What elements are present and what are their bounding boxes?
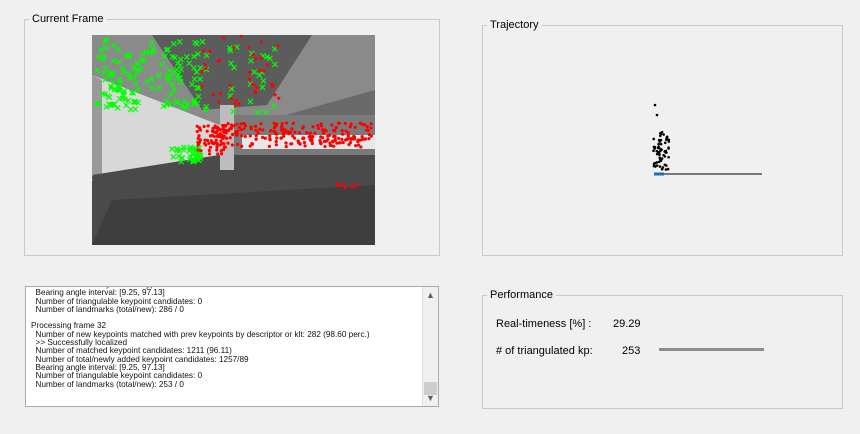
realtimeness-label: Real-timeness [%] : — [496, 318, 592, 330]
trajectory-point — [658, 165, 662, 168]
trajectory-point — [658, 158, 662, 161]
trajectory-point — [652, 162, 656, 166]
trajectory-point — [657, 160, 661, 164]
trajectory-point — [657, 142, 660, 146]
trajectory-point — [665, 135, 669, 139]
trajectory-point — [667, 147, 670, 150]
trajectory-point — [666, 167, 670, 171]
trajectory-point — [667, 138, 671, 141]
trajectory-point — [659, 138, 663, 142]
trajectory-point — [655, 164, 659, 167]
trajectory-point — [662, 133, 665, 136]
trajectory-point — [664, 151, 668, 154]
trajectory-point — [653, 147, 656, 150]
trajectory-point — [663, 141, 667, 145]
trajectory-point — [660, 167, 664, 171]
log-console[interactable]: Number of total/newly added keypoint can… — [25, 286, 439, 407]
trajectory-point — [659, 147, 662, 151]
performance-title: Performance — [487, 288, 556, 302]
trajectory-point — [655, 113, 659, 117]
log-text: Number of total/newly added keypoint can… — [31, 287, 370, 389]
trajectory-point — [665, 164, 668, 167]
realtimeness-value: 29.29 — [613, 318, 641, 330]
chevron-down-icon[interactable]: ▼ — [423, 390, 438, 406]
triangulated-label: # of triangulated kp: — [496, 345, 593, 357]
trajectory-point — [662, 153, 665, 157]
trajectory-point — [658, 153, 661, 156]
trajectory-point — [659, 142, 663, 146]
trajectory-point — [656, 146, 660, 150]
trajectory-point — [664, 168, 668, 171]
trajectory-point — [655, 152, 659, 156]
trajectory-point — [652, 137, 656, 141]
triangulated-kp-bar — [659, 348, 764, 351]
chevron-up-icon[interactable]: ▲ — [423, 287, 438, 303]
trajectory-point — [652, 149, 655, 153]
trajectory-point — [659, 132, 663, 136]
trajectory-point — [653, 103, 657, 107]
trajectory-point — [655, 149, 659, 153]
triangulated-value: 253 — [622, 345, 641, 357]
trajectory-point — [667, 155, 670, 159]
log-scrollbar[interactable]: ▲ ▼ — [422, 287, 438, 406]
